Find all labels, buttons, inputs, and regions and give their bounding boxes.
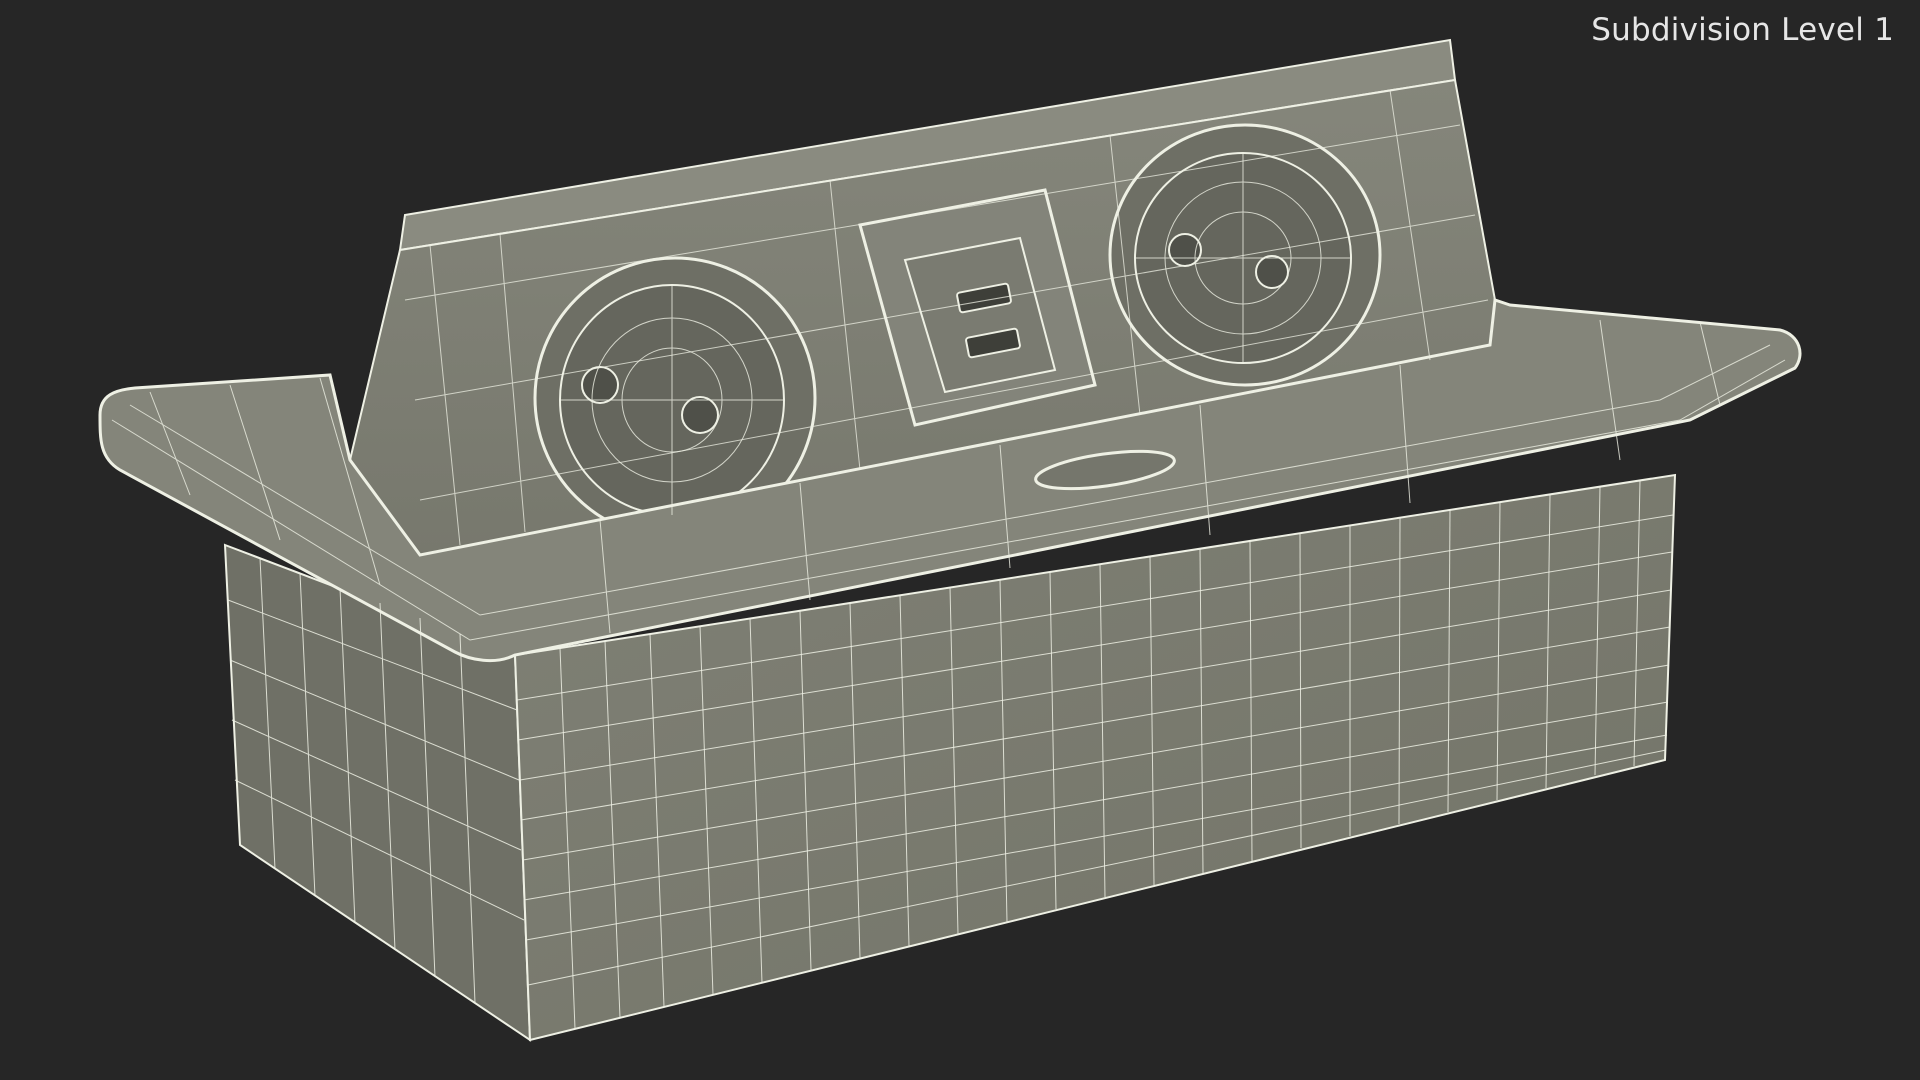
wireframe-render bbox=[98, 38, 1802, 1042]
render-viewport: Subdivision Level 1 bbox=[0, 0, 1920, 1080]
left-socket-pin-hole-1 bbox=[581, 366, 619, 404]
right-socket-pin-hole-1 bbox=[1168, 233, 1202, 267]
left-socket-pin-hole-2 bbox=[681, 396, 719, 434]
subdivision-level-label: Subdivision Level 1 bbox=[1591, 12, 1894, 48]
